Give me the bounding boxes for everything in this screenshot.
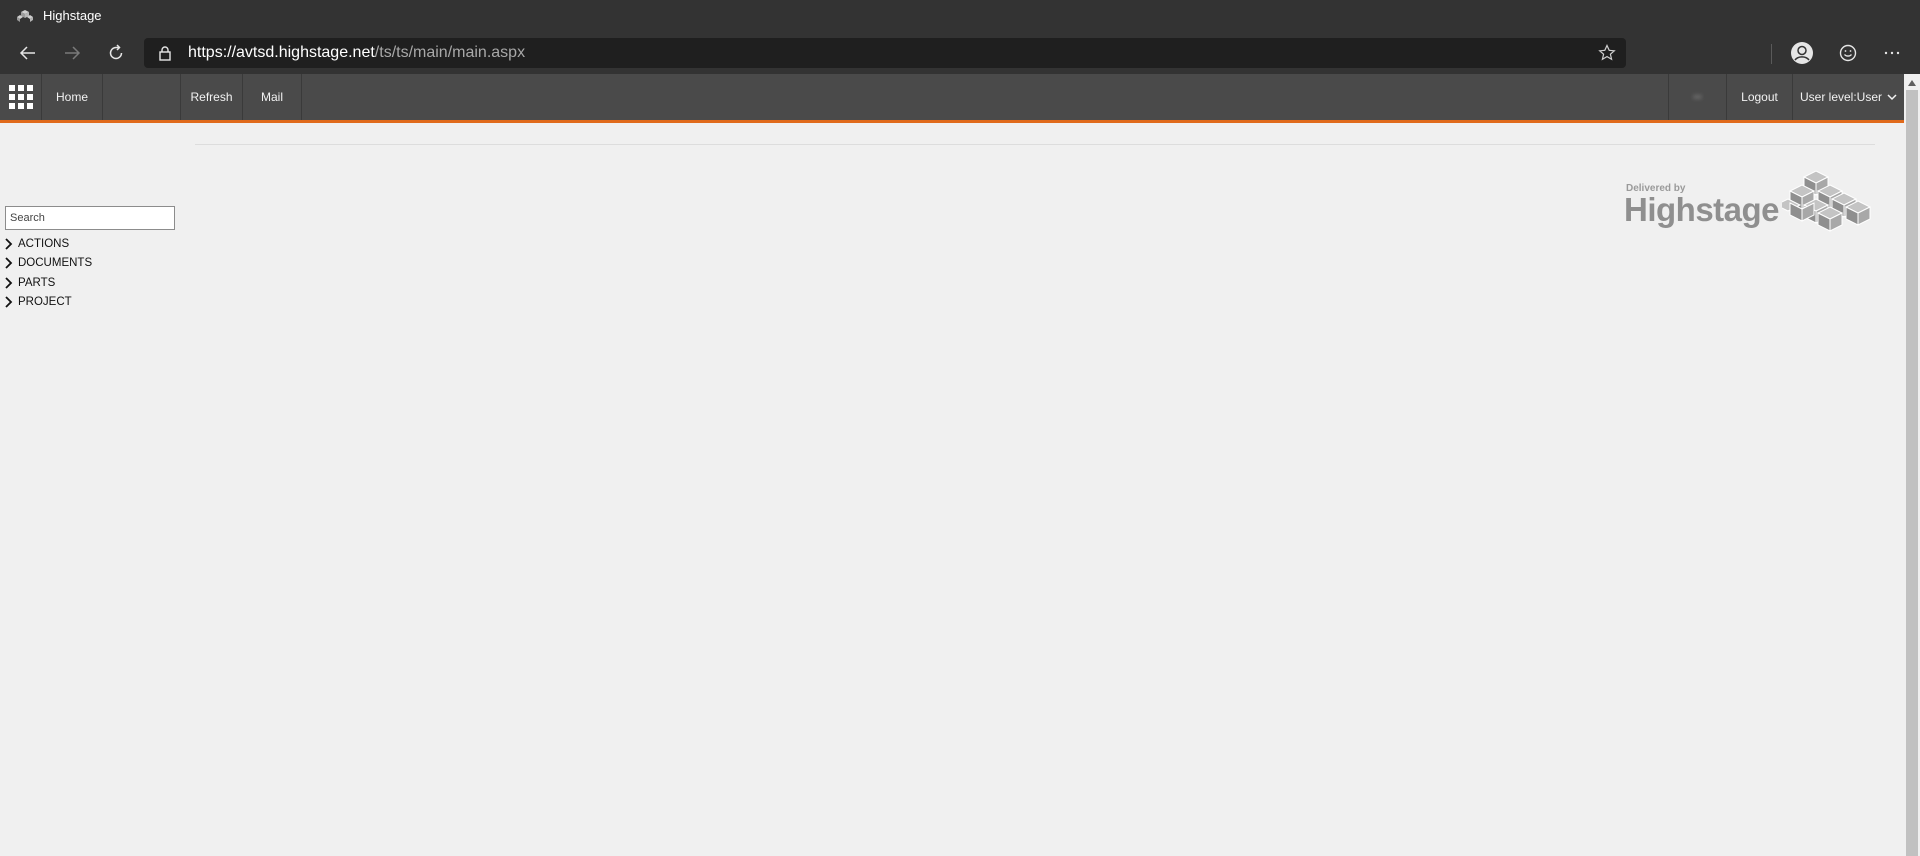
chevron-right-icon[interactable] [4, 257, 14, 269]
url-host: https://avtsd.highstage.net [188, 44, 375, 61]
menu-home[interactable]: Home [42, 74, 103, 120]
user-name[interactable]: •• [1668, 74, 1727, 120]
user-name-text: •• [1693, 90, 1702, 104]
menu-mail[interactable]: Mail [243, 74, 302, 120]
feedback-button[interactable] [1832, 37, 1864, 69]
tree-item-project[interactable]: PROJECT [4, 293, 92, 313]
tree-item-parts[interactable]: PARTS [4, 273, 92, 293]
logout-button[interactable]: Logout [1727, 74, 1793, 120]
address-bar[interactable]: https://avtsd.highstage.net/ts/ts/main/m… [144, 38, 1626, 68]
chevron-right-icon[interactable] [4, 296, 14, 308]
browser-tab-title: Highstage [43, 8, 102, 23]
profile-button[interactable] [1786, 37, 1818, 69]
reload-icon [109, 44, 123, 60]
delivered-by-highstage-logo: Delivered by Highstage [1624, 169, 1878, 245]
app-grid-icon [8, 85, 33, 109]
browser-toolbar: https://avtsd.highstage.net/ts/ts/main/m… [0, 32, 1920, 74]
star-icon[interactable] [1598, 44, 1616, 62]
user-level-dropdown[interactable]: User level:User [1793, 74, 1904, 120]
arrow-left-icon [19, 46, 35, 60]
more-horizontal-icon [1884, 51, 1900, 55]
toolbar-divider [1771, 44, 1772, 64]
tree-item-label: ACTIONS [18, 237, 70, 250]
navigation-tree: ACTIONS DOCUMENTS PARTS PROJECT [4, 234, 92, 312]
content-divider [195, 144, 1875, 145]
arrow-right-icon [65, 46, 81, 60]
forward-button[interactable] [56, 37, 88, 69]
url-text: https://avtsd.highstage.net/ts/ts/main/m… [188, 44, 525, 62]
lock-icon [159, 46, 171, 61]
scroll-up-arrow-icon[interactable] [1908, 80, 1916, 86]
tree-item-label: DOCUMENTS [18, 257, 93, 270]
search-input[interactable] [5, 206, 175, 230]
page-scrollbar[interactable] [1904, 74, 1920, 856]
tree-item-actions[interactable]: ACTIONS [4, 234, 92, 254]
menu-blank-slot [103, 74, 181, 120]
tree-item-label: PARTS [18, 276, 56, 289]
logo-brand: Highstage [1624, 191, 1780, 228]
app-top-menu: Home Refresh Mail •• Logout User level:U… [0, 74, 1904, 123]
more-options-button[interactable] [1876, 37, 1908, 69]
url-path: /ts/ts/main/main.aspx [374, 44, 526, 61]
profile-icon [1791, 42, 1813, 64]
menu-refresh[interactable]: Refresh [181, 74, 243, 120]
tree-item-documents[interactable]: DOCUMENTS [4, 254, 92, 274]
user-level-label: User level:User [1799, 90, 1883, 104]
cubes-icon [1782, 170, 1872, 232]
chevron-down-icon [1887, 94, 1897, 101]
back-button[interactable] [12, 37, 44, 69]
chevron-right-icon[interactable] [4, 277, 14, 289]
scrollbar-thumb[interactable] [1906, 90, 1918, 856]
highstage-app-icon [17, 10, 33, 22]
tree-item-label: PROJECT [18, 296, 72, 309]
chevron-right-icon[interactable] [4, 238, 14, 250]
smiley-icon [1839, 44, 1857, 62]
refresh-browser-button[interactable] [100, 37, 132, 69]
browser-titlebar: Highstage [0, 0, 1920, 32]
app-launcher-button[interactable] [0, 74, 42, 120]
